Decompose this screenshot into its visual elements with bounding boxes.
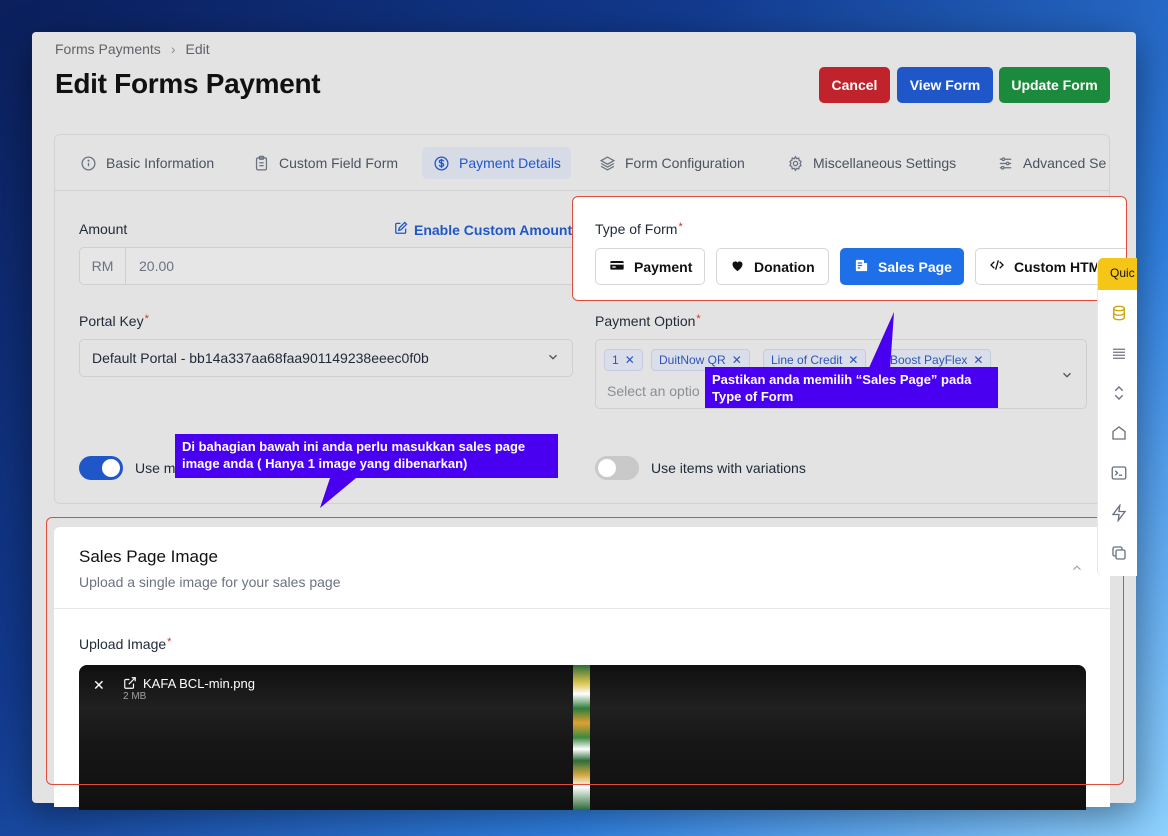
terminal-icon[interactable] (1110, 464, 1128, 482)
annotation-sales-page: Pastikan anda memilih “Sales Page” pada … (705, 367, 998, 408)
box-icon[interactable] (1110, 424, 1128, 442)
list-icon[interactable] (1110, 344, 1128, 362)
chevrons-vertical-icon[interactable] (1110, 384, 1128, 402)
quick-button[interactable]: Quic (1098, 258, 1137, 290)
callout-pointers (320, 312, 894, 508)
database-icon[interactable] (1110, 304, 1128, 322)
bolt-icon[interactable] (1110, 504, 1128, 522)
annotation-image-upload: Di bahagian bawah ini anda perlu masukka… (175, 434, 558, 478)
copy-icon[interactable] (1110, 544, 1128, 562)
side-toolbar: Quic (1097, 258, 1137, 576)
